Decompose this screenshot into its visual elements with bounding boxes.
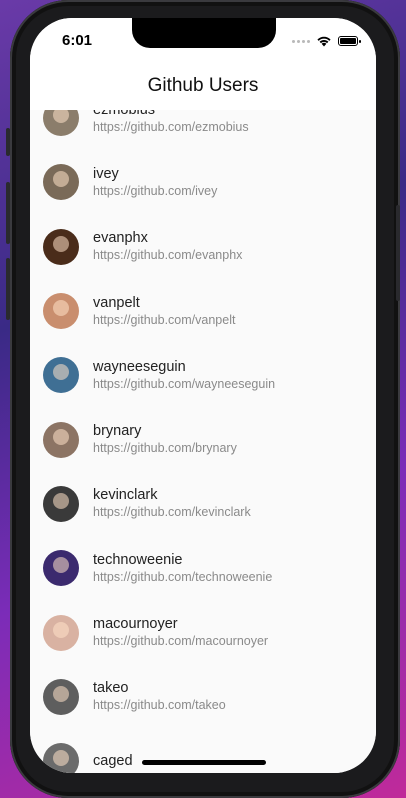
list-item[interactable]: wayneeseguin https://github.com/wayneeseg… [30, 343, 376, 407]
user-login: macournoyer [93, 616, 178, 633]
user-url: https://github.com/wayneeseguin [93, 376, 276, 391]
avatar [43, 293, 79, 330]
battery-icon [338, 36, 361, 46]
home-indicator[interactable] [142, 760, 266, 765]
avatar [43, 614, 79, 651]
avatar [43, 743, 79, 773]
list-item-text: wayneeseguin https://github.com/wayneeseg… [93, 358, 275, 393]
list-item[interactable]: macournoyer https://github.com/macournoye… [30, 600, 376, 664]
user-url: https://github.com/ivey [93, 183, 218, 198]
list-item-text: technoweenie https://github.com/technowee… [93, 551, 272, 586]
list-item-text: evanphx https://github.com/evanphx [93, 229, 242, 264]
list-item-text: kevinclark https://github.com/kevinclark [93, 486, 251, 521]
avatar [43, 164, 79, 201]
phone-screen: 6:01 Github Users ezmobiushttps://github… [30, 18, 376, 773]
list-item-text: brynary https://github.com/brynary [93, 422, 237, 457]
user-url: https://github.com/evanphx [93, 248, 243, 263]
user-url: https://github.com/vanpelt [93, 312, 236, 327]
list-item-text: ezmobiushttps://github.com/ezmobius [93, 110, 249, 136]
user-url: https://github.com/ezmobius [93, 119, 249, 134]
status-time: 6:01 [62, 32, 93, 49]
user-url: https://github.com/takeo [93, 698, 226, 713]
user-url: https://github.com/technoweenie [93, 569, 273, 584]
avatar [43, 421, 79, 458]
user-login: ivey [93, 165, 119, 182]
signal-dots-icon [292, 39, 310, 43]
avatar [43, 110, 79, 137]
app-bar: Github Users [30, 62, 376, 110]
user-login: kevinclark [93, 487, 158, 504]
status-icons [292, 35, 361, 47]
list-item-text: caged [93, 752, 133, 770]
list-item[interactable]: caged [30, 729, 376, 773]
avatar [43, 357, 79, 394]
volume-up-button [6, 182, 10, 244]
list-item[interactable]: kevinclark https://github.com/kevinclark [30, 472, 376, 536]
list-item[interactable]: takeo https://github.com/takeo [30, 665, 376, 729]
silent-switch [6, 128, 10, 156]
power-button [396, 205, 400, 301]
list-item[interactable]: vanpelt https://github.com/vanpelt [30, 279, 376, 343]
user-url: https://github.com/macournoyer [93, 634, 269, 649]
user-url: https://github.com/brynary [93, 441, 237, 456]
list-item[interactable]: ezmobiushttps://github.com/ezmobius [30, 110, 376, 150]
user-login: technoweenie [93, 551, 183, 568]
avatar [43, 485, 79, 522]
user-list[interactable]: ezmobiushttps://github.com/ezmobiusiveyh… [30, 110, 376, 773]
user-login: takeo [93, 680, 129, 697]
volume-down-button [6, 258, 10, 320]
user-url: https://github.com/kevinclark [93, 505, 251, 520]
list-item-text: macournoyer https://github.com/macournoye… [93, 615, 268, 650]
list-item-text: vanpelt https://github.com/vanpelt [93, 294, 235, 329]
user-login: brynary [93, 423, 142, 440]
avatar [43, 550, 79, 587]
user-login: wayneeseguin [93, 358, 186, 375]
list-item[interactable]: ivey https://github.com/ivey [30, 150, 376, 214]
avatar [43, 228, 79, 265]
user-list-content: ezmobiushttps://github.com/ezmobiusiveyh… [30, 110, 376, 773]
list-item[interactable]: technoweenie https://github.com/technowee… [30, 536, 376, 600]
status-bar: 6:01 [30, 18, 376, 62]
user-login: caged [93, 753, 133, 770]
wifi-icon [317, 36, 331, 47]
user-login: evanphx [93, 230, 148, 247]
list-item[interactable]: brynary https://github.com/brynary [30, 407, 376, 471]
notch [132, 18, 276, 48]
page-title: Github Users [147, 75, 259, 96]
avatar [43, 678, 79, 715]
list-item-text: takeo https://github.com/takeo [93, 679, 226, 714]
user-login: ezmobius [93, 110, 249, 119]
list-item-text: ivey https://github.com/ivey [93, 165, 217, 200]
user-login: vanpelt [93, 294, 140, 311]
list-item[interactable]: evanphx https://github.com/evanphx [30, 215, 376, 279]
